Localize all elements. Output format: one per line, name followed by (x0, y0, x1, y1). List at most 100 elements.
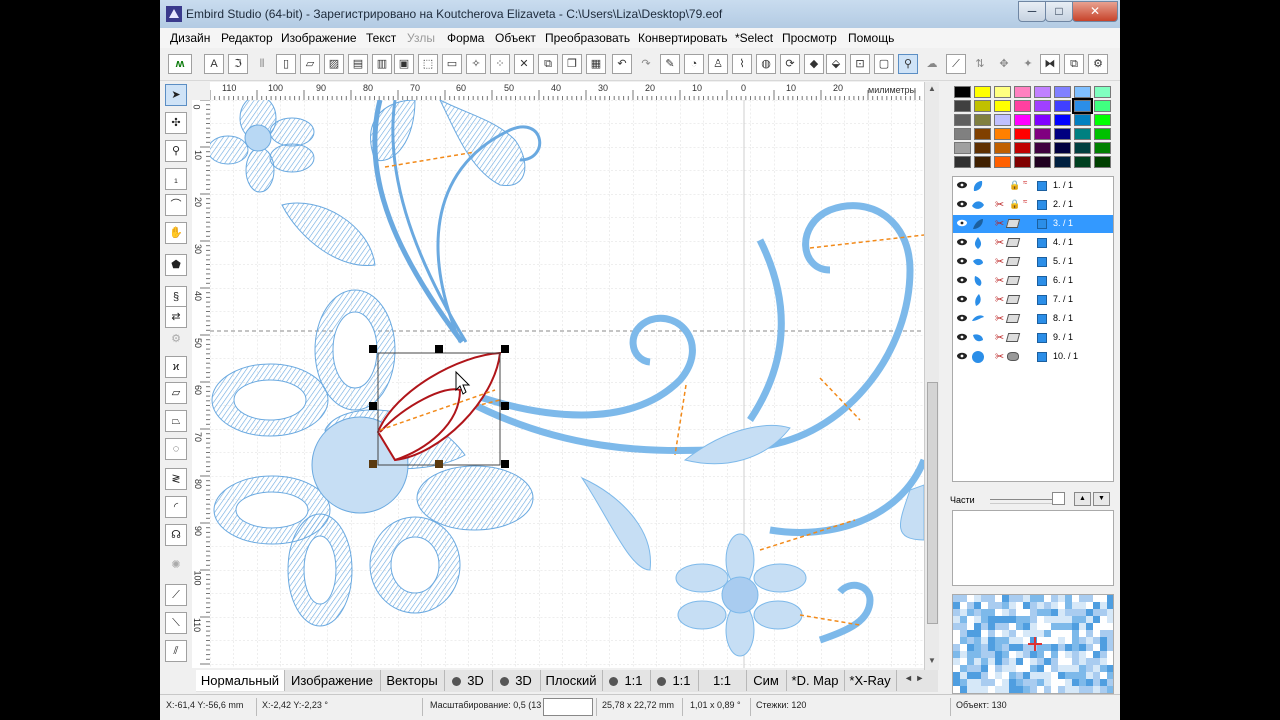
scissors-icon[interactable]: ✂ (995, 217, 1004, 230)
palette-swatch[interactable] (1094, 114, 1111, 126)
palette-swatch[interactable] (1094, 128, 1111, 140)
blob-tool-icon[interactable]: ☊ (165, 524, 187, 546)
tab-x-ray[interactable]: *X-Ray (844, 670, 897, 691)
stitch-type-icon[interactable] (1005, 276, 1021, 285)
settings-tool-icon[interactable]: ⚙ (165, 328, 187, 350)
palette-swatch[interactable] (1074, 156, 1091, 168)
hoop-icon[interactable]: ◍ (756, 54, 776, 74)
palette-swatch[interactable] (974, 114, 991, 126)
palette-swatch[interactable] (974, 128, 991, 140)
tab-3d-1[interactable]: 3D (444, 670, 493, 691)
palette-swatch[interactable] (954, 114, 971, 126)
visibility-eye-icon[interactable] (957, 257, 967, 265)
fill-type-icon[interactable] (1007, 352, 1019, 361)
open-file-icon[interactable]: ▱ (300, 54, 320, 74)
palette-swatch[interactable] (1054, 86, 1071, 98)
palette-swatch[interactable] (1054, 156, 1071, 168)
knife-tool-icon[interactable]: ⟋ (165, 584, 187, 606)
palette-swatch[interactable] (1034, 156, 1051, 168)
menu-editor[interactable]: Редактор (221, 31, 273, 45)
palette-swatch[interactable] (974, 100, 991, 112)
tab-1-1-c[interactable]: 1:1 (698, 670, 747, 691)
stitch-type-icon[interactable] (1005, 257, 1021, 266)
scissors-icon[interactable]: ✂ (995, 198, 1004, 211)
palette-swatch[interactable] (974, 142, 991, 154)
magic-select-icon[interactable]: ✧ (466, 54, 486, 74)
menu-object[interactable]: Объект (495, 31, 536, 45)
zoom-1-icon[interactable]: ₁ (165, 168, 187, 190)
object-color-swatch[interactable] (1037, 276, 1047, 286)
node-tool-icon[interactable]: ✣ (165, 112, 187, 134)
tabs-scroll-arrows[interactable]: ◄ ► (904, 673, 924, 683)
stitch-type-icon[interactable] (1005, 333, 1021, 342)
palette-swatch[interactable] (1034, 114, 1051, 126)
tab-normal[interactable]: Нормальный (196, 670, 285, 691)
palette-swatch[interactable] (974, 156, 991, 168)
object-row-8[interactable]: ✂ 8. / 1 (953, 310, 1113, 328)
arrows-icon[interactable]: ⇅ (970, 54, 990, 74)
visibility-eye-icon[interactable] (957, 181, 967, 189)
palette-swatch[interactable] (974, 86, 991, 98)
zoom-tool-icon[interactable]: ⚲ (165, 140, 187, 162)
import-icon[interactable]: ▤ (348, 54, 368, 74)
menu-nodes[interactable]: Узлы (407, 31, 435, 45)
scissors-icon[interactable]: ✂ (995, 255, 1004, 268)
menu-text[interactable]: Текст (366, 31, 396, 45)
palette-swatch[interactable] (1054, 114, 1071, 126)
center-icon[interactable]: ⊡ (850, 54, 870, 74)
select-all-icon[interactable]: ⁘ (490, 54, 510, 74)
tab-d-map[interactable]: *D. Map (786, 670, 845, 691)
tab-3d-2[interactable]: 3D (492, 670, 541, 691)
palette-swatch[interactable] (1034, 142, 1051, 154)
tab-vectors[interactable]: Векторы (380, 670, 445, 691)
menu-shape[interactable]: Форма (447, 31, 484, 45)
scroll-thumb[interactable] (927, 382, 938, 624)
scissors-icon[interactable]: ✂ (995, 236, 1004, 249)
duplicate-icon[interactable]: ⧉ (538, 54, 558, 74)
select-frame-icon[interactable]: ⬚ (418, 54, 438, 74)
menu-select[interactable]: *Select (735, 31, 773, 45)
paste-icon[interactable]: ▦ (586, 54, 606, 74)
scissors-icon[interactable]: ✂ (995, 293, 1004, 306)
parts-checkbox[interactable] (1052, 492, 1065, 505)
mirror-icon[interactable]: ⧓ (1040, 54, 1060, 74)
palette-swatch[interactable] (1014, 114, 1031, 126)
object-color-swatch[interactable] (1037, 352, 1047, 362)
palette-swatch[interactable] (994, 100, 1011, 112)
visibility-eye-icon[interactable] (957, 276, 967, 284)
measure-icon[interactable]: ◔ (684, 54, 704, 74)
garment-icon[interactable]: ♙ (708, 54, 728, 74)
group-icon[interactable]: ⧉ (1064, 54, 1084, 74)
needle-tool-icon[interactable]: ⟍ (165, 612, 187, 634)
column-tool-icon[interactable]: ⏢ (165, 410, 187, 432)
palette-swatch[interactable] (954, 142, 971, 154)
hand-tool-icon[interactable]: ✋ (165, 222, 187, 244)
palette-swatch[interactable] (1034, 86, 1051, 98)
design-canvas[interactable] (210, 100, 924, 668)
scissors-icon[interactable]: ✂ (995, 312, 1004, 325)
menu-design[interactable]: Дизайн (170, 31, 210, 45)
cloud-icon[interactable]: ☁ (922, 54, 942, 74)
palette-swatch[interactable] (954, 86, 971, 98)
zoom-input[interactable] (543, 698, 593, 716)
object-row-4[interactable]: ✂ 4. / 1 (953, 234, 1113, 252)
swap-tool-icon[interactable]: ⇄ (165, 306, 187, 328)
open-image-icon[interactable]: ▨ (324, 54, 344, 74)
stitch-preview-icon[interactable]: ʍ (168, 54, 192, 74)
arc-tool-icon[interactable]: ◜ (165, 496, 187, 518)
parts-up-icon[interactable]: ▲ (1074, 492, 1091, 506)
lock-icon[interactable]: 🔒 (1009, 199, 1020, 210)
object-color-swatch[interactable] (1037, 333, 1047, 343)
wand-icon[interactable]: ⚲ (898, 54, 918, 74)
lock-icon[interactable]: 🔒 (1009, 180, 1020, 191)
object-color-swatch[interactable] (1037, 219, 1047, 229)
scroll-down-icon[interactable]: ▼ (927, 656, 937, 668)
stitch-order-icon[interactable]: ⟳ (780, 54, 800, 74)
object-row-9[interactable]: ✂ 9. / 1 (953, 329, 1113, 347)
palette-swatch[interactable] (994, 142, 1011, 154)
palette-swatch[interactable] (1034, 128, 1051, 140)
rect-tool-icon[interactable]: ▱ (165, 382, 187, 404)
export-icon[interactable]: ▥ (372, 54, 392, 74)
object-row-3-selected[interactable]: ✂ 3. / 1 (953, 215, 1113, 233)
object-row-6[interactable]: ✂ 6. / 1 (953, 272, 1113, 290)
